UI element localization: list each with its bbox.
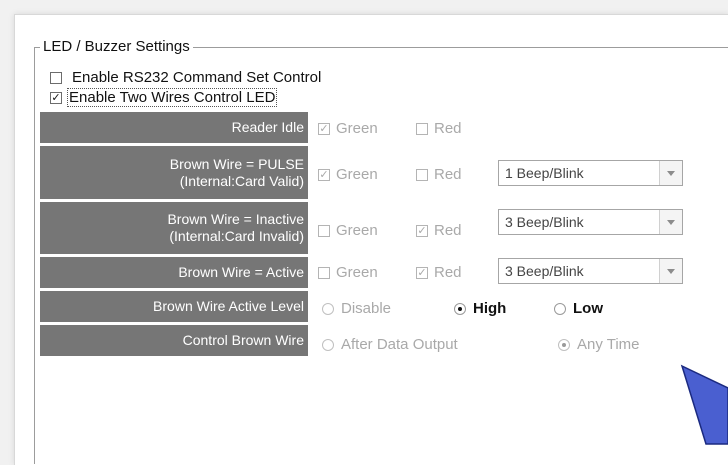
red-label: Red [434,222,462,239]
radio-label: High [473,300,507,317]
active-green-checkbox[interactable]: Green [318,264,378,281]
radio-label: Disable [341,300,392,317]
checkbox-box[interactable]: ✓ [318,122,330,135]
led-buzzer-groupbox [34,47,728,464]
rs232-checkbox-label: Enable RS232 Command Set Control [72,69,322,86]
check-mark-icon: ✓ [51,91,61,104]
check-mark-icon: ✓ [417,266,427,279]
checkbox-box[interactable]: ✓ [318,168,330,181]
green-label: Green [336,166,378,183]
radio-label: Low [573,300,603,317]
label-line: Reader Idle [231,119,304,135]
inactive-beep-select[interactable]: 3 Beep/Blink [498,209,683,235]
label-line: Brown Wire = Active [178,264,304,280]
chevron-down-icon[interactable] [659,210,682,234]
pulse-green-checkbox[interactable]: ✓ Green [318,166,378,183]
red-label: Red [434,166,462,183]
green-label: Green [336,222,378,239]
active-level-high-radio[interactable]: High [454,300,506,317]
radio-circle[interactable] [558,338,570,351]
chevron-down-icon[interactable] [659,259,682,283]
reader-idle-green-checkbox[interactable]: ✓ Green [318,120,378,137]
reader-idle-label: Reader Idle [40,112,308,143]
check-mark-icon: ✓ [319,122,329,135]
radio-circle[interactable] [554,302,566,315]
radio-circle[interactable] [322,338,334,351]
check-mark-icon: ✓ [417,224,427,237]
active-red-checkbox[interactable]: ✓ Red [416,264,462,281]
label-line: Control Brown Wire [182,332,304,348]
label-line: Brown Wire = PULSE [169,155,304,172]
green-label: Green [336,120,378,137]
checkbox-box[interactable] [318,224,330,237]
pulse-label: Brown Wire = PULSE (Internal:Card Valid) [40,146,308,199]
active-level-disable-radio[interactable]: Disable [322,300,391,317]
rs232-checkbox[interactable]: Enable RS232 Command Set Control [50,69,321,86]
label-line: (Internal:Card Valid) [179,172,304,189]
select-value: 3 Beep/Blink [505,214,584,230]
two-wire-checkbox-box[interactable]: ✓ [50,91,62,104]
radio-label: Any Time [577,336,640,353]
radio-label: After Data Output [341,336,458,353]
rs232-checkbox-box[interactable] [50,71,62,84]
checkbox-box[interactable] [416,168,428,181]
red-label: Red [434,264,462,281]
inactive-label: Brown Wire = Inactive (Internal:Card Inv… [40,202,308,254]
radio-circle[interactable] [454,302,466,315]
radio-circle[interactable] [322,302,334,315]
select-value: 3 Beep/Blink [505,263,584,279]
inactive-red-checkbox[interactable]: ✓ Red [416,222,462,239]
checkbox-box[interactable] [318,266,330,279]
checkbox-box[interactable]: ✓ [416,266,428,279]
inactive-green-checkbox[interactable]: Green [318,222,378,239]
pulse-beep-select[interactable]: 1 Beep/Blink [498,160,683,186]
label-line: (Internal:Card Invalid) [169,228,304,244]
checkbox-box[interactable]: ✓ [416,224,428,237]
select-value: 1 Beep/Blink [505,165,584,181]
control-after-data-radio[interactable]: After Data Output [322,336,458,353]
label-line: Brown Wire Active Level [153,298,304,314]
two-wire-checkbox[interactable]: ✓ Enable Two Wires Control LED [50,88,278,107]
group-title: LED / Buzzer Settings [40,38,193,56]
active-level-label: Brown Wire Active Level [40,291,308,322]
pulse-red-checkbox[interactable]: Red [416,166,462,183]
active-label: Brown Wire = Active [40,257,308,288]
check-mark-icon: ✓ [319,168,329,181]
checkbox-box[interactable] [416,122,428,135]
control-any-time-radio[interactable]: Any Time [558,336,640,353]
active-beep-select[interactable]: 3 Beep/Blink [498,258,683,284]
control-brown-wire-label: Control Brown Wire [40,325,308,356]
red-label: Red [434,120,462,137]
two-wire-checkbox-label: Enable Two Wires Control LED [67,88,278,107]
active-level-low-radio[interactable]: Low [554,300,603,317]
label-line: Brown Wire = Inactive [167,211,304,227]
reader-idle-red-checkbox[interactable]: Red [416,120,462,137]
chevron-down-icon[interactable] [659,161,682,185]
green-label: Green [336,264,378,281]
annotation-arrow-icon [680,364,728,445]
